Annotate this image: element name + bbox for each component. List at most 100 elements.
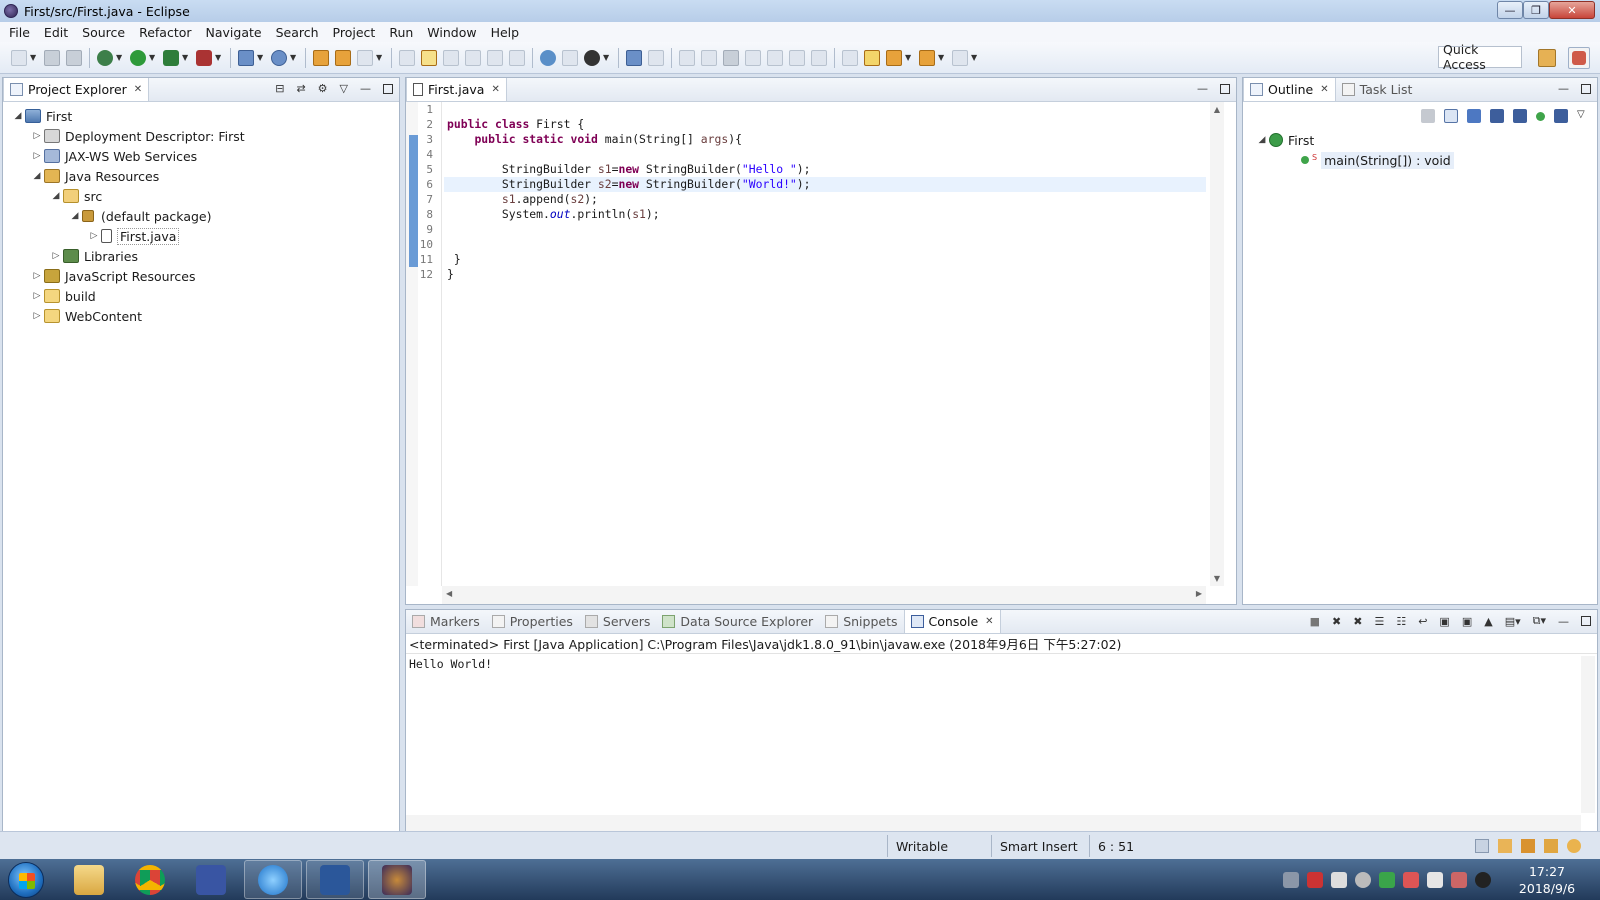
- external-tools-icon[interactable]: [196, 49, 212, 66]
- save-all-icon[interactable]: [66, 49, 82, 66]
- edit-icon[interactable]: [1544, 839, 1558, 853]
- search-icon[interactable]: [357, 49, 373, 66]
- minimize-view-icon[interactable]: —: [1197, 82, 1208, 95]
- view-menu-icon[interactable]: ▽: [340, 82, 348, 95]
- new-java-project-dropdown-icon[interactable]: ▼: [257, 53, 265, 62]
- hide-static-icon[interactable]: [1513, 109, 1527, 123]
- back-icon[interactable]: [919, 49, 935, 66]
- maximize-view-icon[interactable]: [1220, 83, 1230, 94]
- show-on-stdout-icon[interactable]: ▣: [1439, 615, 1449, 628]
- outline-node-method[interactable]: S main(String[]) : void: [1243, 150, 1597, 170]
- step-return-icon[interactable]: [811, 49, 827, 66]
- tab-data-source-explorer[interactable]: Data Source Explorer: [656, 610, 819, 633]
- collapsed-arrow-icon[interactable]: ▷: [87, 231, 101, 241]
- expanded-arrow-icon[interactable]: ◢: [49, 191, 63, 201]
- run-dropdown-icon[interactable]: ▼: [149, 53, 157, 62]
- bookmarks-icon[interactable]: [1498, 839, 1512, 853]
- show-whitespace-icon[interactable]: [487, 49, 503, 66]
- coverage-icon[interactable]: [163, 49, 179, 66]
- tree-node-src[interactable]: ◢ src: [3, 186, 399, 206]
- close-button[interactable]: ✕: [1549, 1, 1595, 19]
- server-icon[interactable]: [562, 49, 578, 66]
- toggle-breadcrumb-icon[interactable]: [399, 49, 415, 66]
- tree-node-default-package[interactable]: ◢ (default package): [3, 206, 399, 226]
- taskbar-clock[interactable]: 17:27 2018/9/6: [1510, 863, 1584, 897]
- hide-fields-icon[interactable]: [1490, 109, 1504, 123]
- open-resource-icon[interactable]: [335, 49, 351, 66]
- expanded-arrow-icon[interactable]: ◢: [1255, 135, 1269, 145]
- antivirus-icon[interactable]: [1307, 872, 1323, 888]
- terminate-icon[interactable]: [723, 49, 739, 66]
- show-on-stderr-icon[interactable]: ▣: [1462, 615, 1472, 628]
- close-icon[interactable]: ✕: [134, 84, 142, 95]
- remove-all-terminated-icon[interactable]: ✖: [1353, 615, 1362, 628]
- close-icon[interactable]: ✕: [1320, 84, 1328, 95]
- tab-markers[interactable]: Markers: [406, 610, 486, 633]
- expanded-arrow-icon[interactable]: ◢: [68, 211, 82, 221]
- back-dropdown-icon[interactable]: ▼: [938, 53, 946, 62]
- forward-icon[interactable]: [952, 49, 968, 66]
- console-vertical-scrollbar[interactable]: [1581, 656, 1595, 813]
- cheat-sheet-icon[interactable]: [1521, 839, 1535, 853]
- run-icon[interactable]: [130, 49, 146, 66]
- taskbar-chrome[interactable]: [121, 860, 179, 899]
- tab-project-explorer[interactable]: Project Explorer ✕: [3, 78, 150, 101]
- volume-icon[interactable]: [1451, 872, 1467, 888]
- open-web-browser-icon[interactable]: [540, 49, 556, 66]
- help-icon[interactable]: [1567, 839, 1581, 853]
- step-over-icon[interactable]: [789, 49, 805, 66]
- tab-snippets[interactable]: Snippets: [819, 610, 903, 633]
- tree-node-first-java[interactable]: ▷ First.java: [3, 226, 399, 246]
- start-button[interactable]: [8, 862, 44, 898]
- hide-local-types-icon[interactable]: [1554, 109, 1568, 123]
- previous-annotation-icon[interactable]: [864, 49, 880, 66]
- menu-run[interactable]: Run: [382, 25, 420, 40]
- qq-icon[interactable]: [1475, 872, 1491, 888]
- team-icon[interactable]: [584, 49, 600, 66]
- open-type-icon[interactable]: [313, 49, 329, 66]
- tab-first-java[interactable]: First.java ✕: [406, 78, 507, 101]
- tree-node-build[interactable]: ▷ build: [3, 286, 399, 306]
- tree-node-deployment-descriptor[interactable]: ▷ Deployment Descriptor: First: [3, 126, 399, 146]
- filter-icon[interactable]: ⚙: [318, 82, 328, 95]
- tree-node-first[interactable]: ◢ First: [3, 106, 399, 126]
- word-wrap-icon[interactable]: ↩: [1418, 615, 1427, 628]
- close-icon[interactable]: ✕: [985, 616, 993, 627]
- tab-servers[interactable]: Servers: [579, 610, 657, 633]
- next-annotation-icon[interactable]: [842, 49, 858, 66]
- word-wrap-icon[interactable]: [465, 49, 481, 66]
- disconnect-icon[interactable]: [745, 49, 761, 66]
- collapsed-arrow-icon[interactable]: ▷: [30, 291, 44, 301]
- display-icon[interactable]: [1427, 872, 1443, 888]
- skip-breakpoints-icon[interactable]: [648, 49, 664, 66]
- new-java-project-icon[interactable]: [238, 49, 254, 66]
- shield-icon[interactable]: [1379, 872, 1395, 888]
- menu-project[interactable]: Project: [326, 25, 383, 40]
- tab-task-list[interactable]: Task List: [1336, 78, 1419, 101]
- console-horizontal-scrollbar[interactable]: [406, 815, 1581, 831]
- clear-console-icon[interactable]: ☰: [1374, 615, 1384, 628]
- collapsed-arrow-icon[interactable]: ▷: [30, 131, 44, 141]
- collapsed-arrow-icon[interactable]: ▷: [30, 311, 44, 321]
- editor-vertical-scrollbar[interactable]: ▲ ▼: [1210, 102, 1224, 586]
- new-icon[interactable]: [11, 49, 27, 66]
- maximize-view-icon[interactable]: [383, 83, 393, 94]
- sort-icon[interactable]: [1467, 109, 1481, 123]
- tab-console[interactable]: Console ✕: [903, 610, 1001, 633]
- taskbar-eclipse[interactable]: [368, 860, 426, 899]
- minimize-view-icon[interactable]: —: [1558, 615, 1569, 628]
- menu-edit[interactable]: Edit: [37, 25, 75, 40]
- resume-icon[interactable]: [679, 49, 695, 66]
- tree-node-java-resources[interactable]: ◢ Java Resources: [3, 166, 399, 186]
- printer-icon[interactable]: [1331, 872, 1347, 888]
- code-area[interactable]: public class First { public static void …: [444, 102, 1206, 586]
- menu-source[interactable]: Source: [75, 25, 132, 40]
- tree-node-javascript-resources[interactable]: ▷ JavaScript Resources: [3, 266, 399, 286]
- menu-navigate[interactable]: Navigate: [199, 25, 269, 40]
- console-output[interactable]: Hello World!: [406, 654, 1597, 674]
- scroll-lock-icon[interactable]: ☷: [1396, 615, 1406, 628]
- debug-icon[interactable]: [97, 49, 113, 66]
- open-perspective-icon[interactable]: [1538, 49, 1556, 67]
- maximize-view-icon[interactable]: [1581, 616, 1591, 626]
- suspend-icon[interactable]: [701, 49, 717, 66]
